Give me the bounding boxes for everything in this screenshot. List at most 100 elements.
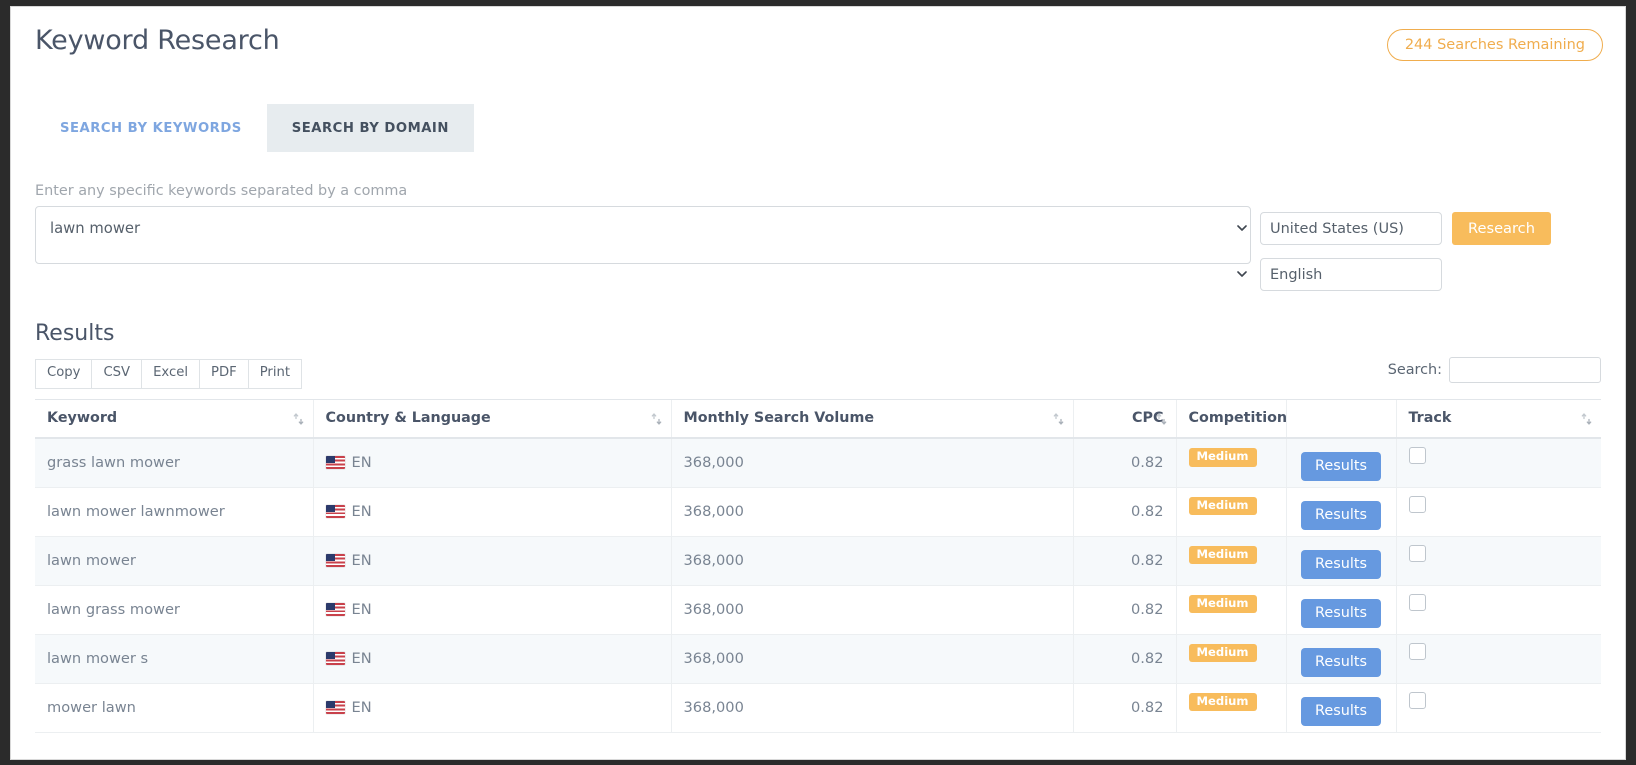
us-flag-icon xyxy=(325,456,345,470)
language-code: EN xyxy=(351,650,372,667)
column-header-actions xyxy=(1285,399,1396,439)
cell-track xyxy=(1395,585,1601,635)
keyword-text: lawn grass mower xyxy=(47,601,180,618)
column-header-competition[interactable]: Competition xyxy=(1175,399,1287,439)
cell-actions: Results xyxy=(1285,536,1396,586)
row-results-button[interactable]: Results xyxy=(1301,501,1381,530)
cell-keyword: grass lawn mower xyxy=(35,438,313,488)
cpc-text: 0.82 xyxy=(1131,503,1164,520)
keywords-hint-label: Enter any specific keywords separated by… xyxy=(35,183,408,199)
keyword-text: lawn mower s xyxy=(47,650,149,667)
column-header-cpc[interactable]: CPC xyxy=(1072,399,1176,439)
keyword-text: lawn mower lawnmower xyxy=(47,503,225,520)
keyword-results-table: Keyword Country & Language Monthly Searc… xyxy=(35,399,1601,733)
competition-badge: Medium xyxy=(1188,545,1257,565)
row-results-button[interactable]: Results xyxy=(1301,697,1381,726)
cell-cpc: 0.82 xyxy=(1072,634,1176,684)
cell-track xyxy=(1395,634,1601,684)
language-code: EN xyxy=(351,601,372,618)
tab-search-by-keywords[interactable]: SEARCH BY KEYWORDS xyxy=(35,104,267,152)
us-flag-icon xyxy=(325,603,345,616)
table-row: lawn mower s EN 368,000 0.82 Medium Results xyxy=(35,634,1601,684)
copy-button[interactable]: Copy xyxy=(35,359,92,389)
us-flag-icon xyxy=(325,652,345,665)
cell-track xyxy=(1395,438,1601,488)
cell-competition: Medium xyxy=(1175,536,1286,586)
cell-keyword: lawn grass mower xyxy=(35,585,313,635)
competition-badge: Medium xyxy=(1188,594,1257,614)
track-checkbox[interactable] xyxy=(1408,447,1426,465)
cell-country-language: EN xyxy=(312,585,671,635)
page-title: Keyword Research xyxy=(35,25,280,56)
table-search-input[interactable] xyxy=(1449,357,1601,383)
cpc-text: 0.82 xyxy=(1131,552,1164,569)
track-checkbox[interactable] xyxy=(1408,545,1426,562)
keyword-text: lawn mower xyxy=(47,552,136,569)
cell-keyword: lawn mower lawnmower xyxy=(35,487,313,537)
language-select[interactable]: English xyxy=(1260,258,1442,291)
table-header-row: Keyword Country & Language Monthly Searc… xyxy=(35,399,1601,439)
keywords-input[interactable]: lawn mower xyxy=(35,206,1251,264)
cell-country-language: EN xyxy=(312,536,671,586)
column-label: Keyword xyxy=(47,410,118,426)
cell-country-language: EN xyxy=(312,487,671,537)
track-checkbox[interactable] xyxy=(1408,692,1426,709)
row-results-button[interactable]: Results xyxy=(1301,452,1381,482)
track-checkbox[interactable] xyxy=(1408,594,1426,611)
row-results-button[interactable]: Results xyxy=(1301,550,1381,579)
us-flag-icon xyxy=(325,554,345,567)
cell-country-language: EN xyxy=(312,438,671,488)
column-header-keyword[interactable]: Keyword xyxy=(35,399,313,439)
research-button[interactable]: Research xyxy=(1452,212,1551,245)
competition-badge: Medium xyxy=(1188,496,1257,516)
column-header-monthly-search-volume[interactable]: Monthly Search Volume xyxy=(670,399,1073,439)
cell-cpc: 0.82 xyxy=(1072,438,1176,488)
search-mode-tabs: SEARCH BY KEYWORDS SEARCH BY DOMAIN xyxy=(35,104,474,152)
results-heading: Results xyxy=(35,321,115,346)
table-header: Keyword Country & Language Monthly Searc… xyxy=(35,399,1601,439)
cell-keyword: lawn mower s xyxy=(35,634,313,684)
column-label: Country & Language xyxy=(325,410,491,426)
table-search-label: Search: xyxy=(1387,362,1442,378)
cell-competition: Medium xyxy=(1175,634,1286,684)
column-header-track[interactable]: Track xyxy=(1395,399,1601,439)
volume-text: 368,000 xyxy=(683,601,744,618)
column-header-country-language[interactable]: Country & Language xyxy=(312,399,671,439)
cell-competition: Medium xyxy=(1175,487,1286,537)
column-label: Monthly Search Volume xyxy=(683,410,875,426)
excel-button[interactable]: Excel xyxy=(141,359,199,389)
country-select[interactable]: United States (US) xyxy=(1260,212,1442,245)
pdf-button[interactable]: PDF xyxy=(199,359,248,389)
cell-monthly-search-volume: 368,000 xyxy=(670,438,1073,488)
print-button[interactable]: Print xyxy=(247,359,303,389)
cpc-text: 0.82 xyxy=(1131,454,1164,472)
competition-badge: Medium xyxy=(1188,447,1257,467)
track-checkbox[interactable] xyxy=(1408,496,1426,513)
cell-country-language: EN xyxy=(312,683,671,733)
table-row: grass lawn mower EN 368,000 0.82 Medium Resul… xyxy=(35,438,1601,488)
volume-text: 368,000 xyxy=(683,503,744,520)
us-flag-icon xyxy=(325,505,345,518)
row-results-button[interactable]: Results xyxy=(1301,599,1381,628)
cell-track xyxy=(1395,536,1601,586)
tab-search-by-domain[interactable]: SEARCH BY DOMAIN xyxy=(266,104,474,152)
row-results-button[interactable]: Results xyxy=(1301,648,1381,677)
csv-button[interactable]: CSV xyxy=(91,359,142,389)
sort-icon xyxy=(651,412,661,425)
volume-text: 368,000 xyxy=(683,454,744,472)
export-buttons-group: Copy CSV Excel PDF Print xyxy=(35,359,303,389)
table-search-wrapper: Search: xyxy=(1388,357,1601,383)
cpc-text: 0.82 xyxy=(1131,650,1164,667)
cell-monthly-search-volume: 368,000 xyxy=(670,487,1073,537)
cell-country-language: EN xyxy=(312,634,671,684)
searches-remaining-badge: 244 Searches Remaining xyxy=(1386,29,1603,61)
cell-monthly-search-volume: 368,000 xyxy=(670,634,1073,684)
cpc-text: 0.82 xyxy=(1131,601,1164,618)
cell-actions: Results xyxy=(1285,438,1396,488)
track-checkbox[interactable] xyxy=(1408,643,1426,660)
sort-icon xyxy=(1053,412,1063,425)
table-row: lawn mower lawnmower EN 368,000 0.82 Medium R… xyxy=(35,487,1601,537)
chevron-down-icon xyxy=(1237,271,1247,277)
cell-monthly-search-volume: 368,000 xyxy=(670,536,1073,586)
cell-track xyxy=(1395,683,1601,733)
